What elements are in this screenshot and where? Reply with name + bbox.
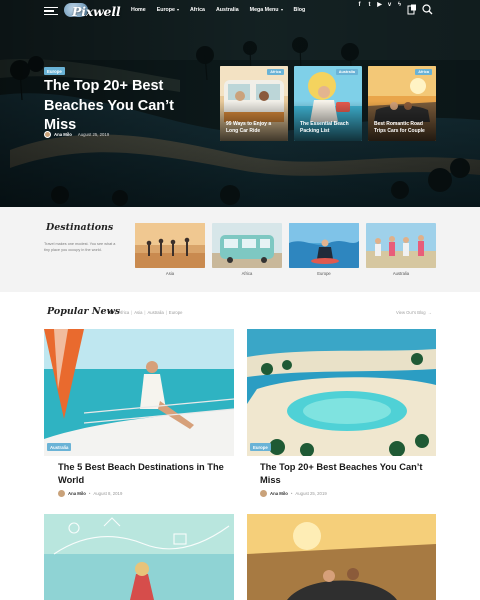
nav-label: Mega Menu	[249, 7, 279, 13]
destination-card-australia[interactable]: Australia	[366, 223, 436, 276]
post-image[interactable]	[44, 329, 234, 456]
vimeo-icon[interactable]: v	[385, 0, 394, 10]
card-title[interactable]: 99 Ways to Enjoy a Long Car Ride	[226, 121, 284, 135]
featured-card[interactable]: Australia The Essential Beach Packing Li…	[294, 66, 362, 141]
author-name[interactable]: Ana Milo	[54, 132, 72, 137]
post-title[interactable]: The Top 20+ Best Beaches You Can’t Miss	[260, 461, 432, 486]
avatar[interactable]	[58, 490, 65, 497]
post-category-tag[interactable]: Europe	[250, 443, 271, 451]
card-title[interactable]: The Essential Beach Packing List	[300, 121, 358, 135]
filter-africa[interactable]: Africa	[118, 310, 129, 315]
youtube-icon[interactable]: ▶	[375, 0, 384, 10]
section-title: Destinations	[46, 222, 114, 233]
filter-australia[interactable]: Australia	[148, 310, 164, 315]
post-meta: Ana Milo • August 25, 2019	[260, 490, 327, 497]
arrow-right-icon: →	[427, 310, 432, 315]
nav-item-blog[interactable]: Blog	[294, 7, 306, 13]
nav-item-home[interactable]: Home	[131, 7, 146, 13]
search-icon[interactable]	[422, 4, 433, 15]
post-date: August 25, 2019	[77, 132, 110, 137]
destination-card-africa[interactable]: Africa	[212, 223, 282, 276]
nav-item-australia[interactable]: Australia	[216, 7, 239, 13]
main-nav: Home Europe Africa Australia Mega Menu B…	[131, 0, 316, 20]
destination-image	[212, 223, 282, 268]
post-image[interactable]	[247, 329, 436, 456]
card-tag[interactable]: Africa	[415, 69, 432, 75]
hero-meta: Ana Milo August 25, 2019	[44, 131, 109, 138]
card-title[interactable]: Best Romantic Road Trips Cars for Couple	[374, 121, 432, 135]
vk-icon[interactable]: ϟ	[395, 0, 404, 10]
avatar[interactable]	[260, 490, 267, 497]
nav-label: Australia	[215, 7, 239, 13]
card-tag[interactable]: Australia	[335, 69, 358, 75]
chevron-down-icon	[176, 9, 179, 11]
post-image[interactable]	[44, 514, 234, 600]
post-category-tag[interactable]: Australia	[47, 443, 72, 451]
featured-card[interactable]: Africa Best Romantic Road Trips Cars for…	[368, 66, 436, 141]
post-date: August 8, 2019	[93, 491, 123, 496]
post-date: August 25, 2019	[295, 491, 327, 496]
filter-all[interactable]: All	[108, 310, 113, 315]
nav-label: Africa	[189, 7, 205, 13]
nav-label: Blog	[293, 7, 306, 13]
twitter-icon[interactable]: t	[365, 0, 374, 10]
site-logo[interactable]: Pixwell	[64, 2, 121, 20]
logo-text: Pixwell	[72, 3, 121, 19]
hero-category-tag[interactable]: Europe	[44, 67, 65, 75]
nav-label: Home	[131, 7, 146, 13]
card-tag[interactable]: Africa	[267, 69, 284, 75]
menu-icon[interactable]	[44, 7, 58, 16]
nav-item-mega-menu[interactable]: Mega Menu	[250, 7, 283, 13]
destination-image	[366, 223, 436, 268]
category-filter: All | Africa | Asia | Australia | Europe	[108, 310, 183, 315]
featured-card[interactable]: Africa 99 Ways to Enjoy a Long Car Ride	[220, 66, 288, 141]
hero-section: Pixwell Home Europe Africa Australia Meg…	[0, 0, 480, 207]
destination-image	[289, 223, 359, 268]
post-title[interactable]: The 5 Best Beach Destinations in The Wor…	[58, 461, 228, 486]
destination-image	[135, 223, 205, 268]
destination-label: Australia	[392, 271, 410, 276]
nav-item-africa[interactable]: Africa	[190, 7, 205, 13]
author-name[interactable]: Ana Milo	[68, 491, 86, 496]
nav-label: Europe	[156, 7, 175, 13]
destination-label: Europe	[317, 271, 331, 276]
destinations-section: Destinations Travel makes one modest. Yo…	[0, 207, 480, 292]
nav-item-europe[interactable]: Europe	[157, 7, 179, 13]
filter-europe[interactable]: Europe	[169, 310, 183, 315]
avatar[interactable]	[44, 131, 51, 138]
top-navigation-bar: Pixwell Home Europe Africa Australia Meg…	[0, 0, 480, 22]
destination-label: Africa	[241, 271, 253, 276]
hero-title[interactable]: The Top 20+ Best Beaches You Can’t Miss	[44, 77, 204, 136]
chevron-down-icon	[280, 9, 283, 11]
section-description: Travel makes one modest. You see what a …	[44, 242, 116, 252]
filter-asia[interactable]: Asia	[134, 310, 142, 315]
view-blog-link[interactable]: View Our's Blog →	[396, 310, 432, 315]
facebook-icon[interactable]: f	[355, 0, 364, 10]
post-image[interactable]	[247, 514, 436, 600]
destination-card-europe[interactable]: Europe	[289, 223, 359, 276]
post-meta: Ana Milo • August 8, 2019	[58, 490, 122, 497]
destination-card-asia[interactable]: Asia	[135, 223, 205, 276]
view-blog-label: View Our's Blog	[396, 310, 426, 315]
author-name[interactable]: Ana Milo	[270, 491, 288, 496]
bookmark-icon[interactable]	[407, 4, 417, 15]
destination-label: Asia	[165, 271, 175, 276]
